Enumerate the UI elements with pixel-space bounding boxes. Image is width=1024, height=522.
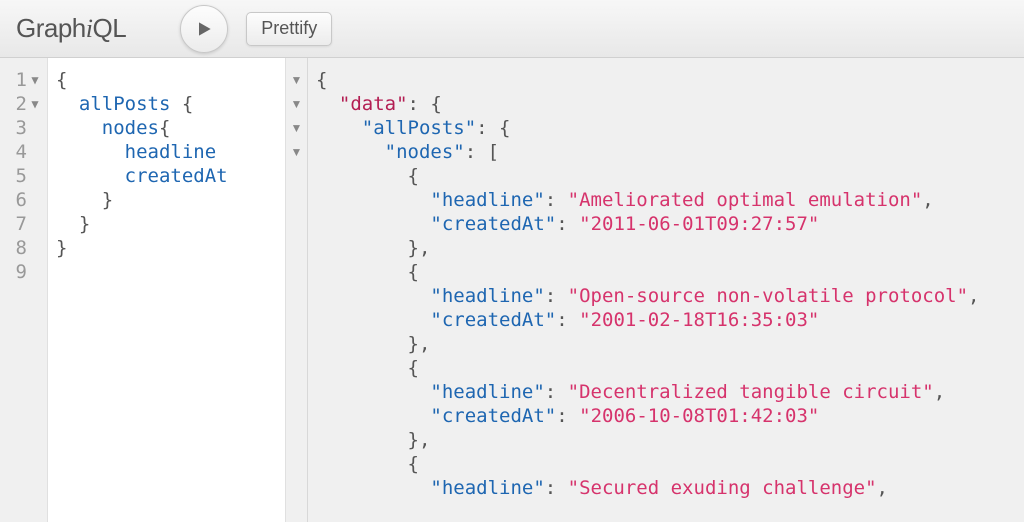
editor-body[interactable]: { allPosts { nodes{ headline createdAt }…: [48, 58, 285, 522]
gutter-line: 6: [0, 188, 47, 212]
line-number: 3: [16, 116, 27, 140]
gutter-line: 9: [0, 260, 47, 284]
fold-arrow-icon[interactable]: ▼: [286, 140, 307, 164]
query-editor[interactable]: 1▼2▼3456789 { allPosts { nodes{ headline…: [0, 58, 308, 522]
fold-arrow-icon[interactable]: ▼: [286, 116, 307, 140]
fold-arrow-icon[interactable]: ▼: [29, 92, 41, 116]
logo-text-suffix: QL: [93, 13, 127, 43]
line-number: 6: [16, 188, 27, 212]
play-icon: [194, 19, 214, 39]
line-number: 8: [16, 236, 27, 260]
logo-text-i: i: [86, 14, 93, 43]
app-logo: GraphiQL: [16, 13, 126, 44]
gutter-line: 1▼: [0, 68, 47, 92]
logo-text-prefix: Graph: [16, 13, 86, 43]
gutter-line: 7: [0, 212, 47, 236]
prettify-button[interactable]: Prettify: [246, 12, 332, 46]
fold-arrow-icon[interactable]: ▼: [29, 68, 41, 92]
result-fold-strip: ▼▼▼▼: [285, 58, 307, 522]
run-button[interactable]: [180, 5, 228, 53]
gutter-line: 2▼: [0, 92, 47, 116]
main-area: 1▼2▼3456789 { allPosts { nodes{ headline…: [0, 58, 1024, 522]
gutter-line: 4: [0, 140, 47, 164]
fold-arrow-icon[interactable]: ▼: [286, 92, 307, 116]
result-pane: { "data": { "allPosts": { "nodes": [ { "…: [308, 58, 1024, 522]
gutter-line: 5: [0, 164, 47, 188]
editor-gutter: 1▼2▼3456789: [0, 58, 48, 522]
line-number: 1: [16, 68, 27, 92]
line-number: 9: [16, 260, 27, 284]
line-number: 2: [16, 92, 27, 116]
line-number: 7: [16, 212, 27, 236]
line-number: 5: [16, 164, 27, 188]
toolbar: GraphiQL Prettify: [0, 0, 1024, 58]
result-body[interactable]: { "data": { "allPosts": { "nodes": [ { "…: [308, 58, 1024, 522]
gutter-line: 3: [0, 116, 47, 140]
gutter-line: 8: [0, 236, 47, 260]
line-number: 4: [16, 140, 27, 164]
fold-arrow-icon[interactable]: ▼: [286, 68, 307, 92]
